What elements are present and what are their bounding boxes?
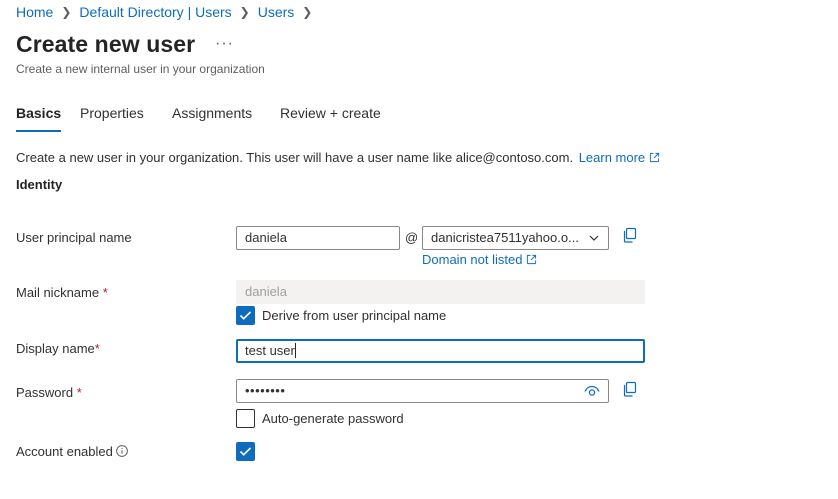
copy-icon[interactable] [622, 227, 638, 243]
password-label-text: Password [16, 385, 74, 400]
upn-input[interactable]: daniela [236, 226, 400, 250]
page-title: Create new user [16, 31, 196, 57]
external-link-icon [527, 254, 537, 265]
checkmark-icon [239, 447, 252, 456]
chevron-down-icon [589, 235, 599, 241]
intro-description: Create a new user in your organization. … [16, 150, 574, 165]
eye-icon[interactable] [584, 384, 600, 398]
breadcrumb: Home ❯ Default Directory | Users ❯ Users… [16, 4, 320, 20]
tab-properties[interactable]: Properties [80, 105, 144, 130]
breadcrumb-directory-users[interactable]: Default Directory | Users [79, 4, 231, 20]
password-value: •••••••• [245, 383, 286, 398]
auto-generate-checkbox[interactable] [236, 409, 255, 428]
chevron-right-icon: ❯ [302, 5, 313, 19]
external-link-icon [650, 152, 660, 163]
tab-review-create[interactable]: Review + create [280, 105, 381, 130]
chevron-right-icon: ❯ [61, 5, 72, 19]
copy-icon[interactable] [622, 381, 638, 397]
required-mark: * [94, 341, 100, 356]
domain-select-value: danicristea7511yahoo.o... [431, 230, 579, 245]
derive-checkbox[interactable] [236, 306, 255, 325]
section-identity-title: Identity [16, 177, 63, 192]
breadcrumb-home[interactable]: Home [16, 4, 53, 20]
mail-nickname-input: daniela [236, 280, 645, 304]
tab-basics[interactable]: Basics [16, 105, 62, 132]
account-enabled-label-text: Account enabled [16, 444, 113, 459]
checkmark-icon [239, 311, 252, 320]
account-enabled-checkbox[interactable] [236, 442, 255, 461]
mail-nickname-label: Mail nickname * [16, 285, 108, 300]
more-options-button[interactable]: ··· [215, 35, 234, 53]
learn-more-link[interactable]: Learn more [579, 150, 660, 165]
breadcrumb-users[interactable]: Users [258, 4, 295, 20]
intro-text: Create a new user in your organization. … [16, 150, 660, 165]
required-mark: * [102, 285, 108, 300]
page-subtitle: Create a new internal user in your organ… [16, 62, 265, 76]
required-mark: * [76, 385, 82, 400]
chevron-right-icon: ❯ [239, 5, 250, 19]
tab-assignments[interactable]: Assignments [172, 105, 252, 130]
display-name-value: test user [245, 343, 295, 358]
info-icon[interactable] [115, 445, 128, 457]
domain-not-listed-label[interactable]: Domain not listed [422, 252, 522, 267]
text-cursor [294, 343, 296, 358]
learn-more-label[interactable]: Learn more [579, 150, 645, 165]
display-name-label: Display name* [16, 341, 100, 356]
domain-not-listed-link[interactable]: Domain not listed [422, 252, 537, 267]
upn-label: User principal name [16, 230, 132, 245]
password-input[interactable]: •••••••• [236, 379, 609, 403]
display-name-label-text: Display name [16, 341, 95, 356]
derive-label[interactable]: Derive from user principal name [262, 308, 446, 323]
account-enabled-label: Account enabled [16, 444, 128, 459]
mail-nickname-label-text: Mail nickname [16, 285, 100, 300]
password-label: Password * [16, 385, 82, 400]
domain-select[interactable]: danicristea7511yahoo.o... [422, 226, 609, 250]
display-name-input[interactable]: test user [236, 339, 645, 363]
at-sign: @ [405, 230, 419, 245]
auto-generate-label[interactable]: Auto-generate password [262, 411, 404, 426]
